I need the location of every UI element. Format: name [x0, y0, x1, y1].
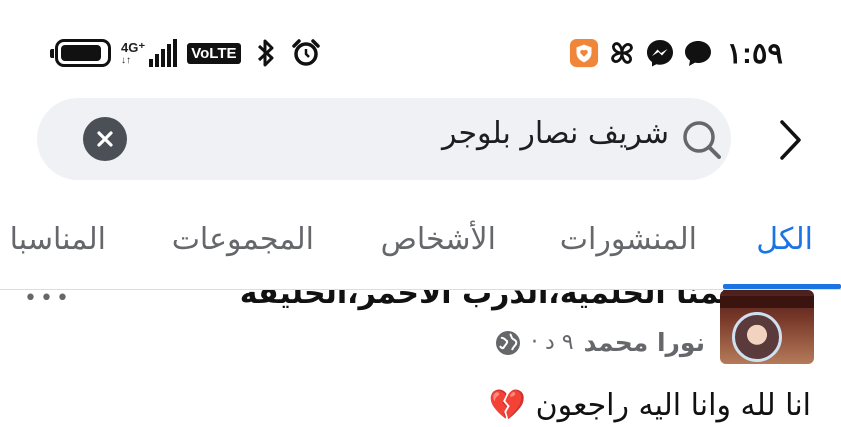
search-input[interactable]: شريف نصار بلوجر	[442, 116, 669, 151]
alarm-icon	[291, 38, 321, 68]
author-name[interactable]: نورا محمد	[584, 328, 705, 357]
post-body-text: انا لله وانا اليه راجعون 💔	[488, 388, 811, 423]
tab-people[interactable]: الأشخاص	[381, 222, 496, 257]
search-filter-tabs: الكل المنشورات الأشخاص المجموعات المناسب…	[0, 200, 841, 290]
avatar[interactable]	[720, 290, 814, 364]
signal-icon: 4G⁺ ↓↑	[121, 39, 178, 67]
status-bar: 4G⁺ ↓↑ VoLTE ١:٥٩	[0, 0, 841, 100]
chat-bubble-icon	[683, 38, 713, 68]
volte-icon: VoLTE	[187, 42, 241, 64]
tab-events[interactable]: المناسبا	[10, 222, 106, 257]
tab-all[interactable]: الكل	[756, 222, 813, 257]
shield-heart-icon	[569, 38, 599, 68]
post-author-line: نورا محمد ٩ د ·	[495, 328, 705, 357]
pinwheel-icon	[607, 38, 637, 68]
search-icon	[677, 115, 725, 163]
status-time: ١:٥٩	[726, 37, 783, 70]
globe-icon	[495, 330, 521, 356]
tab-groups[interactable]: المجموعات	[172, 222, 314, 257]
tab-posts[interactable]: المنشورات	[560, 222, 697, 257]
network-activity-label: ↓↑	[121, 55, 131, 66]
battery-icon	[50, 39, 111, 67]
search-bar[interactable]: شريف نصار بلوجر	[37, 98, 731, 180]
bluetooth-icon	[251, 38, 281, 68]
more-options-button[interactable]: •••	[24, 288, 72, 311]
messenger-icon	[645, 38, 675, 68]
chevron-right-icon	[780, 120, 801, 160]
clear-search-button[interactable]	[83, 117, 127, 161]
status-bar-right: ١:٥٩	[569, 36, 783, 70]
status-bar-left: 4G⁺ ↓↑ VoLTE	[50, 36, 321, 70]
back-button[interactable]	[770, 112, 810, 168]
active-tab-indicator	[723, 284, 841, 289]
post-timestamp: ٩ د ·	[530, 330, 574, 355]
close-icon	[97, 131, 113, 147]
network-type-label: 4G⁺	[121, 40, 146, 55]
